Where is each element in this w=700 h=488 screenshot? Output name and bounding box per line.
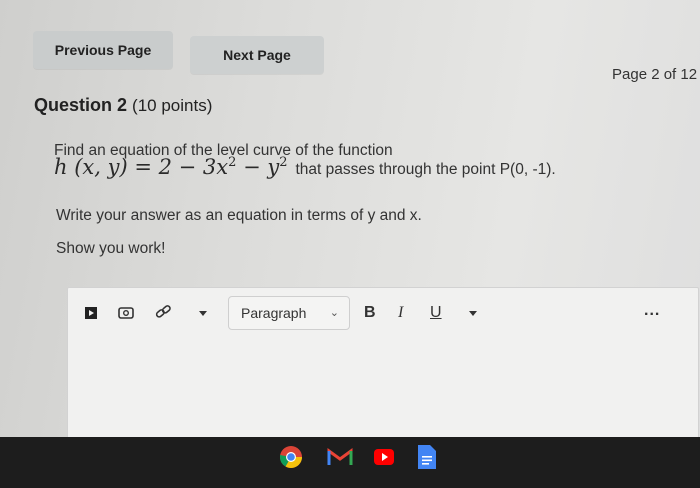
formula-exponent-y: 2 [279, 155, 288, 170]
question-instruction: Write your answer as an equation in term… [56, 207, 422, 224]
bold-button[interactable]: B [364, 304, 376, 322]
question-math-line: h (x, y) = 2 − 3x2 − y2 that passes thro… [54, 155, 556, 179]
link-icon[interactable] [154, 303, 172, 321]
next-page-button[interactable]: Next Page [190, 36, 324, 74]
paragraph-format-select[interactable]: Paragraph ⌄ [228, 296, 350, 330]
question-title: Question 2 (10 points) [34, 95, 212, 116]
question-points: (10 points) [132, 96, 213, 115]
formula-lhs: h (x, y) = 2 − 3x [54, 155, 229, 179]
dropdown-arrow-icon[interactable] [198, 310, 208, 317]
function-formula: h (x, y) = 2 − 3x2 − y2 [54, 155, 287, 179]
chrome-icon[interactable] [279, 445, 303, 469]
more-options-button[interactable]: ... [644, 302, 660, 320]
underline-button[interactable]: U [430, 304, 442, 322]
docs-icon[interactable] [418, 445, 436, 469]
image-icon[interactable] [118, 306, 134, 320]
question-show-work: Show you work! [56, 240, 166, 257]
text-options-dropdown-icon[interactable] [468, 310, 478, 317]
youtube-icon[interactable] [374, 449, 394, 465]
gmail-icon[interactable] [327, 447, 353, 467]
media-icon[interactable] [84, 306, 98, 320]
previous-page-button[interactable]: Previous Page [33, 31, 173, 69]
chevron-down-icon: ⌄ [329, 307, 339, 319]
answer-editor[interactable]: Paragraph ⌄ B I U ... [67, 287, 699, 439]
taskbar [0, 437, 700, 488]
page-indicator: Page 2 of 12 [612, 66, 698, 83]
paragraph-format-label: Paragraph [241, 305, 307, 321]
editor-toolbar: Paragraph ⌄ B I U ... [68, 288, 698, 340]
question-number: Question 2 [34, 95, 128, 115]
question-text-point: that passes through the point P(0, -1). [295, 161, 556, 178]
formula-mid: − y [236, 155, 280, 179]
italic-button[interactable]: I [398, 304, 403, 322]
